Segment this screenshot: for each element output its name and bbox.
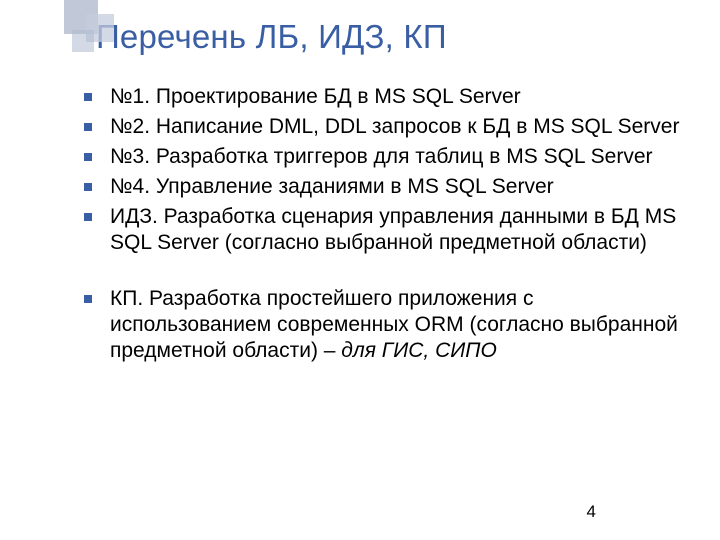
slide-title: Перечень ЛБ, ИДЗ, КП <box>96 18 680 56</box>
bullet-text: ИДЗ. Разработка сценария управления данн… <box>110 205 676 254</box>
bullet-text: №2. Написание DML, DDL запросов к БД в M… <box>110 115 679 138</box>
bullet-list: №1. Проектирование БД в MS SQL Server №2… <box>48 84 680 364</box>
list-item: №3. Разработка триггеров для таблиц в MS… <box>84 144 680 170</box>
list-spacer <box>84 260 680 282</box>
list-item: №4. Управление заданиями в MS SQL Server <box>84 174 680 200</box>
bullet-text-italic: для ГИС, СИПО <box>341 339 497 362</box>
bullet-text: №1. Проектирование БД в MS SQL Server <box>110 85 521 108</box>
list-item: КП. Разработка простейшего приложения с … <box>84 286 680 364</box>
title-area: Перечень ЛБ, ИДЗ, КП <box>48 18 680 56</box>
page-number: 4 <box>587 502 596 522</box>
list-item: №2. Написание DML, DDL запросов к БД в M… <box>84 114 680 140</box>
bullet-text: №4. Управление заданиями в MS SQL Server <box>110 175 554 198</box>
list-item: №1. Проектирование БД в MS SQL Server <box>84 84 680 110</box>
slide: Перечень ЛБ, ИДЗ, КП №1. Проектирование … <box>0 0 720 540</box>
list-item: ИДЗ. Разработка сценария управления данн… <box>84 204 680 256</box>
bullet-text: №3. Разработка триггеров для таблиц в MS… <box>110 145 653 168</box>
title-decor-squares <box>64 0 126 62</box>
